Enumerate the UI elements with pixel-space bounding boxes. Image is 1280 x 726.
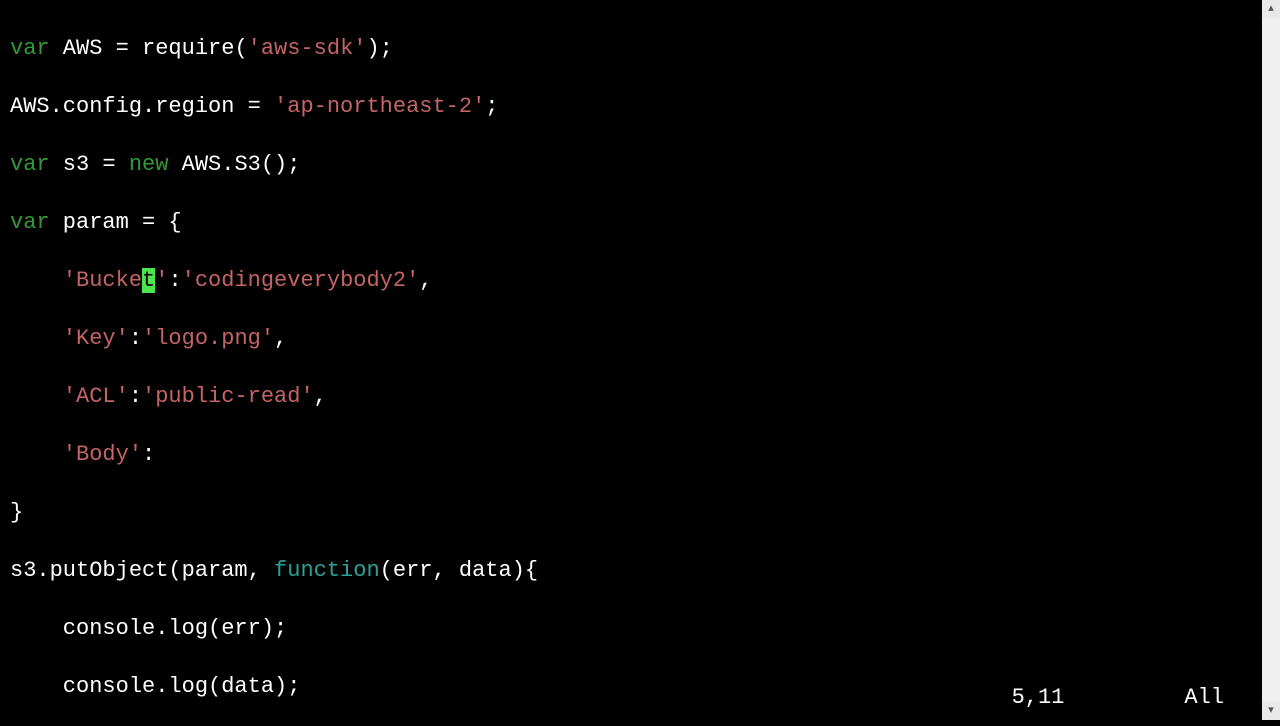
- code-line: var s3 = new AWS.S3();: [10, 150, 1252, 179]
- code-line: var AWS = require('aws-sdk');: [10, 34, 1252, 63]
- code-line: 'Bucket':'codingeverybody2',: [10, 266, 1252, 295]
- code-line: s3.putObject(param, function(err, data){: [10, 556, 1252, 585]
- code-line: }: [10, 498, 1252, 527]
- keyword-function: function: [274, 558, 380, 583]
- editor-viewport: var AWS = require('aws-sdk'); AWS.config…: [0, 0, 1262, 720]
- status-bar: 5,11 All: [10, 683, 1234, 712]
- keyword-var: var: [10, 36, 50, 61]
- code-area[interactable]: var AWS = require('aws-sdk'); AWS.config…: [0, 0, 1262, 726]
- scroll-up-icon[interactable]: ▴: [1262, 0, 1280, 18]
- code-line: 'ACL':'public-read',: [10, 382, 1252, 411]
- keyword-new: new: [129, 152, 169, 177]
- view-percentage: All: [1184, 683, 1224, 712]
- code-line: console.log(err);: [10, 614, 1252, 643]
- keyword-var: var: [10, 152, 50, 177]
- scrollbar[interactable]: ▴ ▾: [1262, 0, 1280, 720]
- cursor: t: [142, 268, 155, 293]
- scroll-down-icon[interactable]: ▾: [1262, 702, 1280, 720]
- cursor-position: 5,11: [1012, 683, 1065, 712]
- code-line: 'Key':'logo.png',: [10, 324, 1252, 353]
- code-line: AWS.config.region = 'ap-northeast-2';: [10, 92, 1252, 121]
- code-line: 'Body':: [10, 440, 1252, 469]
- code-line: var param = {: [10, 208, 1252, 237]
- keyword-var: var: [10, 210, 50, 235]
